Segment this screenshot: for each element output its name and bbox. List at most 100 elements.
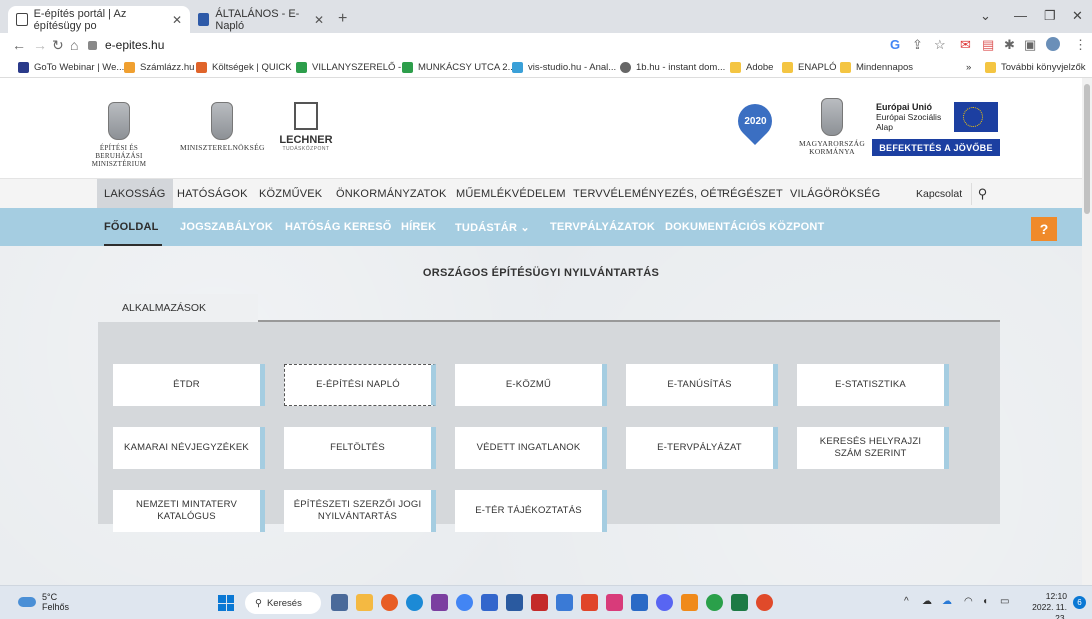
page-scrollbar[interactable] — [1082, 78, 1092, 585]
government-logo[interactable]: Magyarország Kormánya — [796, 98, 868, 156]
bookmark-item[interactable]: vis-studio.hu - Anal... — [512, 62, 616, 73]
contact-link[interactable]: Kapcsolat — [916, 188, 962, 200]
reload-icon[interactable]: ↻ — [52, 37, 64, 54]
help-button[interactable]: ? — [1031, 217, 1057, 241]
app-icon[interactable] — [581, 594, 598, 611]
nav-item-lakossag[interactable]: LAKOSSÁG — [97, 179, 173, 209]
volume-icon[interactable]: ◖ — [982, 596, 988, 607]
search-icon[interactable]: ⚲ — [971, 183, 993, 205]
google-icon[interactable]: G — [890, 37, 900, 52]
scrollbar-thumb[interactable] — [1084, 84, 1090, 214]
close-tab-icon[interactable]: ✕ — [314, 13, 324, 27]
app-icon[interactable] — [606, 594, 623, 611]
home-icon[interactable]: ⌂ — [70, 37, 78, 53]
app-card-feltoltes[interactable]: FELTÖLTÉS — [284, 427, 436, 469]
subnav-item-tudastar[interactable]: TUDÁSTÁR ⌄ — [455, 221, 530, 234]
bookmark-item[interactable]: GoTo Webinar | We... — [18, 62, 124, 73]
clock[interactable]: 12:10 2022. 11. 23. — [1023, 591, 1067, 619]
szechenyi-2020-logo[interactable]: 2020 — [730, 96, 780, 148]
chrome-icon[interactable] — [456, 594, 473, 611]
gmail-extension-icon[interactable]: ✉ — [960, 37, 971, 53]
filezilla-icon[interactable] — [531, 594, 548, 611]
app-card-vedett-ingatlanok[interactable]: VÉDETT INGATLANOK — [455, 427, 607, 469]
bookmark-folder[interactable]: Mindennapos — [840, 62, 913, 73]
nav-item-muemlekvedelem[interactable]: MŰEMLÉKVÉDELEM — [456, 188, 566, 200]
tray-overflow-icon[interactable]: ^ — [904, 596, 909, 607]
app-icon[interactable] — [681, 594, 698, 611]
bookmark-item[interactable]: MUNKÁCSY UTCA 2... — [402, 62, 516, 73]
nav-item-onkormanyzatok[interactable]: ÖNKORMÁNYZATOK — [336, 188, 447, 200]
subnav-item-fooldal[interactable]: FŐOLDAL — [104, 221, 159, 233]
nav-item-tervvelemenyezes[interactable]: TERVVÉLEMÉNYEZÉS, OÉT — [573, 188, 724, 200]
notification-badge[interactable]: 6 — [1073, 596, 1086, 609]
bookmark-item[interactable]: 1b.hu - instant dom... — [620, 62, 725, 73]
sidebar-icon[interactable]: ▣ — [1024, 37, 1036, 53]
tab-alkalmazasok[interactable]: ALKALMAZÁSOK — [98, 294, 258, 322]
menu-kebab-icon[interactable]: ⋮ — [1074, 37, 1087, 53]
subnav-item-dokumentacios-kozpont[interactable]: DOKUMENTÁCIÓS KÖZPONT — [665, 221, 824, 233]
subnav-item-hatosag-kereso[interactable]: HATÓSÁG KERESŐ — [285, 221, 392, 233]
subnav-item-jogszabalyok[interactable]: JOGSZABÁLYOK — [180, 221, 273, 233]
close-tab-icon[interactable]: ✕ — [172, 13, 182, 27]
window-close-icon[interactable]: ✕ — [1072, 8, 1083, 24]
app-card-epiteszeti-szerzoi-jogi[interactable]: ÉPÍTÉSZETI SZERZŐI JOGI NYILVÁNTARTÁS — [284, 490, 436, 532]
browser-tab-active[interactable]: E-építés portál | Az építésügy po ✕ — [8, 6, 190, 33]
discord-icon[interactable] — [656, 594, 673, 611]
firefox-icon[interactable] — [381, 594, 398, 611]
nav-item-regeszet[interactable]: RÉGÉSZET — [722, 188, 783, 200]
bookmark-item[interactable]: Költségek | QUICK — [196, 62, 292, 73]
share-icon[interactable]: ⇪ — [912, 37, 923, 53]
back-icon[interactable]: ← — [12, 37, 26, 53]
app-card-e-statisztika[interactable]: E-STATISZTIKA — [797, 364, 949, 406]
bookmark-folder[interactable]: ENAPLÓ — [782, 62, 837, 73]
profile-avatar[interactable] — [1046, 37, 1060, 51]
subnav-item-hirek[interactable]: HÍREK — [401, 221, 436, 233]
ministry-logo[interactable]: Építési és Beruházási Minisztérium — [84, 102, 154, 168]
network-app-icon[interactable] — [631, 594, 648, 611]
photos-icon[interactable] — [556, 594, 573, 611]
eu-logo[interactable]: Európai Unió Európai Szociális Alap BEFE… — [872, 102, 1000, 158]
bookmark-item[interactable]: VILLANYSZERELŐ -... — [296, 62, 409, 73]
app-card-e-tanusitas[interactable]: E-TANÚSÍTÁS — [626, 364, 778, 406]
extension-icon[interactable]: ▤ — [982, 37, 994, 53]
wifi-icon[interactable]: ◠ — [964, 596, 973, 607]
minimize-icon[interactable]: — — [1014, 8, 1027, 23]
start-button[interactable] — [218, 595, 234, 611]
app-card-e-epitesi-naplo[interactable]: E-ÉPÍTÉSI NAPLÓ — [284, 364, 436, 406]
app-card-kereses-helyrajzi-szam[interactable]: KERESÉS HELYRAJZI SZÁM SZERINT — [797, 427, 949, 469]
app-icon[interactable] — [706, 594, 723, 611]
bookmark-folder[interactable]: További könyvjelzők — [985, 62, 1086, 73]
nav-item-hatosagok[interactable]: HATÓSÁGOK — [177, 188, 248, 200]
excel-icon[interactable] — [731, 594, 748, 611]
file-explorer-icon[interactable] — [356, 594, 373, 611]
nav-item-kozmuvek[interactable]: KÖZMŰVEK — [259, 188, 322, 200]
taskbar-search[interactable]: ⚲ Keresés — [245, 592, 321, 614]
new-tab-button[interactable]: + — [338, 10, 347, 28]
browser-tab[interactable]: ÁLTALÁNOS - E-Napló ✕ — [190, 6, 332, 33]
app-card-e-ter-tajekoztatas[interactable]: E-TÉR TÁJÉKOZTATÁS — [455, 490, 607, 532]
app-card-e-tervpalyazat[interactable]: E-TERVPÁLYÁZAT — [626, 427, 778, 469]
bookmark-item[interactable]: Számlázz.hu — [124, 62, 194, 73]
nav-item-vilagorokseg[interactable]: VILÁGÖRÖKSÉG — [790, 188, 880, 200]
app-icon[interactable] — [756, 594, 773, 611]
app-card-nemzeti-mintaterv[interactable]: NEMZETI MINTATERV KATALÓGUS — [113, 490, 265, 532]
app-icon[interactable] — [481, 594, 498, 611]
url-field[interactable]: e-epites.hu — [88, 38, 164, 52]
weather-widget[interactable]: 5°C Felhős — [18, 592, 69, 612]
onedrive-icon[interactable]: ☁ — [942, 596, 952, 607]
extensions-puzzle-icon[interactable]: ✱ — [1004, 37, 1015, 53]
app-card-etdr[interactable]: ÉTDR — [113, 364, 265, 406]
bookmark-folder[interactable]: Adobe — [730, 62, 773, 73]
bookmark-star-icon[interactable]: ☆ — [934, 37, 946, 53]
tab-search-icon[interactable]: ⌄ — [980, 8, 991, 24]
pm-office-logo[interactable]: Miniszterelnökség — [180, 102, 264, 152]
onenote-icon[interactable] — [431, 594, 448, 611]
lechner-logo[interactable]: LECHNER TUDÁSKÖZPONT — [276, 102, 336, 152]
edge-icon[interactable] — [406, 594, 423, 611]
forward-icon[interactable]: → — [33, 37, 47, 53]
restore-icon[interactable]: ❐ — [1044, 8, 1056, 24]
battery-icon[interactable]: ▭ — [1000, 596, 1009, 607]
app-card-e-kozmu[interactable]: E-KÖZMŰ — [455, 364, 607, 406]
bookmarks-overflow-button[interactable]: » — [966, 62, 971, 73]
task-view-icon[interactable] — [331, 594, 348, 611]
